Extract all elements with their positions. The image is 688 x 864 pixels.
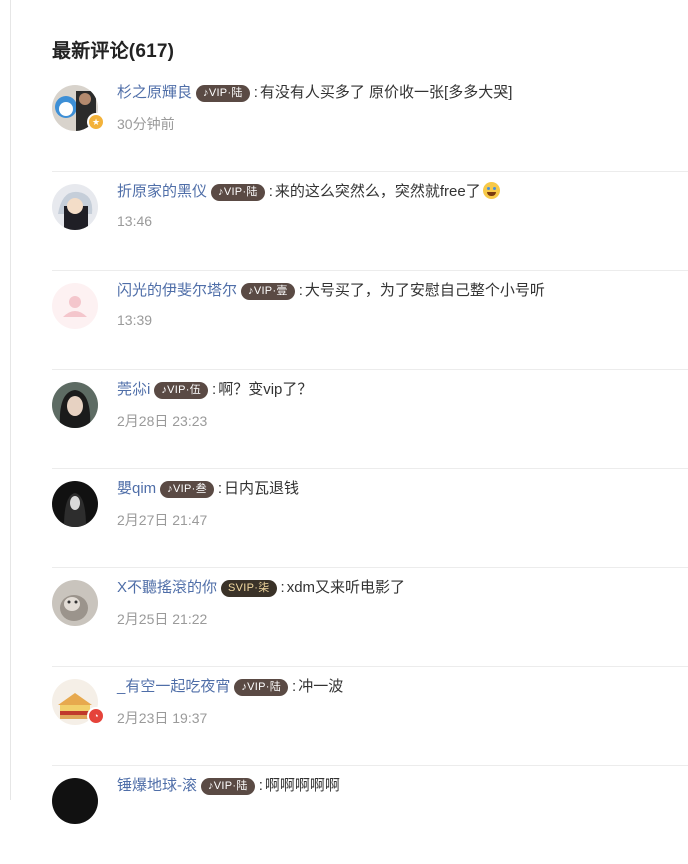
comment-line: X不聽搖滾的你 SVIP·柒: xdm又来听电影了 [117, 578, 405, 598]
comment-list: ★ 杉之原輝良 ♪VIP·陆: 有没有人买多了 原价收一张[多多大哭] 30分钟前 … [52, 73, 688, 864]
separator: : [217, 480, 223, 497]
comment-text: xdm又来听电影了 [286, 579, 406, 596]
vip-badge[interactable]: ♪VIP·伍 [154, 382, 209, 399]
comment-item: X不聽搖滾的你 SVIP·柒: xdm又来听电影了 2月25日 21:22 [52, 568, 688, 667]
comment-text: 大号买了，为了安慰自己整个小号听 [304, 282, 545, 299]
comment-text: 啊？变vip了？ [218, 381, 313, 398]
avatar[interactable] [52, 481, 98, 527]
username-link[interactable]: 闪光的伊斐尔塔尔 [117, 282, 237, 299]
username-link[interactable]: 嬰qim [117, 480, 156, 497]
comment-item: 折原家的黑仪 ♪VIP·陆: 来的这么突然么，突然就free了 13:46 [52, 172, 688, 271]
vip-badge[interactable]: ♪VIP·陆 [196, 85, 250, 102]
left-border [10, 0, 11, 800]
vip-badge[interactable]: ♪VIP·壹 [241, 283, 295, 300]
username-link[interactable]: 莞尛i [117, 381, 150, 398]
comment-line: 锤爆地球-滚 ♪VIP·陆: 啊啊啊啊啊 [117, 776, 340, 796]
comment-time: 30分钟前 [117, 116, 175, 132]
comment-item: 锤爆地球-滚 ♪VIP·陆: 啊啊啊啊啊 [52, 766, 688, 864]
comment-time: 13:39 [117, 312, 153, 328]
separator: : [268, 183, 273, 200]
vip-badge[interactable]: ♪VIP·陆 [211, 184, 265, 201]
vip-badge[interactable]: ♪VIP·陆 [234, 679, 289, 696]
separator: : [258, 777, 263, 794]
comment-text: 来的这么突然么，突然就free了 [274, 183, 481, 200]
avatar[interactable] [52, 184, 98, 230]
username-link[interactable]: 折原家的黑仪 [117, 183, 207, 200]
music-badge-icon: ◔ [87, 707, 105, 725]
separator: : [298, 282, 303, 299]
avatar[interactable] [52, 778, 98, 824]
comment-text: 有没有人买多了 原价收一张[多多大哭] [259, 84, 513, 101]
avatar[interactable] [52, 580, 98, 626]
comment-item: ★ 杉之原輝良 ♪VIP·陆: 有没有人买多了 原价收一张[多多大哭] 30分钟前 [52, 73, 688, 172]
vip-badge[interactable]: ♪VIP·陆 [201, 778, 255, 795]
username-link[interactable]: X不聽搖滾的你 [117, 579, 217, 596]
avatar[interactable] [52, 283, 98, 329]
vip-badge[interactable]: ♪VIP·叁 [160, 481, 214, 498]
comment-time: 2月27日 21:47 [117, 512, 208, 528]
comment-item: ◔ _有空一起吃夜宵 ♪VIP·陆: 冲一波 2月23日 19:37 [52, 667, 688, 766]
comment-text: 冲一波 [298, 678, 344, 695]
comment-item: 嬰qim ♪VIP·叁: 日内瓦退钱 2月27日 21:47 [52, 469, 688, 568]
username-link[interactable]: _有空一起吃夜宵 [117, 678, 230, 695]
comment-time: 13:46 [117, 213, 153, 229]
comment-text: 啊啊啊啊啊 [264, 777, 340, 794]
comment-item: 闪光的伊斐尔塔尔 ♪VIP·壹: 大号买了，为了安慰自己整个小号听 13:39 [52, 271, 688, 370]
comment-line: 杉之原輝良 ♪VIP·陆: 有没有人买多了 原价收一张[多多大哭] [117, 83, 512, 103]
username-link[interactable]: 锤爆地球-滚 [117, 777, 197, 794]
section-title: 最新评论(617) [52, 41, 175, 62]
comment-time: 2月23日 19:37 [117, 710, 208, 726]
svip-badge[interactable]: SVIP·柒 [221, 580, 277, 597]
laugh-cry-emoji-icon [482, 182, 500, 199]
comment-line: 莞尛i ♪VIP·伍: 啊？变vip了？ [117, 380, 312, 400]
comment-item: 莞尛i ♪VIP·伍: 啊？变vip了？ 2月28日 23:23 [52, 370, 688, 469]
username-link[interactable]: 杉之原輝良 [117, 84, 192, 101]
avatar[interactable] [52, 382, 98, 428]
star-badge-icon: ★ [87, 113, 105, 131]
comment-time: 2月25日 21:22 [117, 611, 208, 627]
comment-line: 嬰qim ♪VIP·叁: 日内瓦退钱 [117, 479, 299, 499]
comment-line: 闪光的伊斐尔塔尔 ♪VIP·壹: 大号买了，为了安慰自己整个小号听 [117, 281, 545, 301]
comment-time: 2月28日 23:23 [117, 413, 208, 429]
separator: : [253, 84, 258, 101]
comment-text: 日内瓦退钱 [224, 480, 300, 497]
separator: : [280, 579, 285, 596]
comment-line: _有空一起吃夜宵 ♪VIP·陆: 冲一波 [117, 677, 343, 697]
comment-line: 折原家的黑仪 ♪VIP·陆: 来的这么突然么，突然就free了 [117, 182, 500, 202]
separator: : [292, 678, 297, 695]
separator: : [212, 381, 217, 398]
